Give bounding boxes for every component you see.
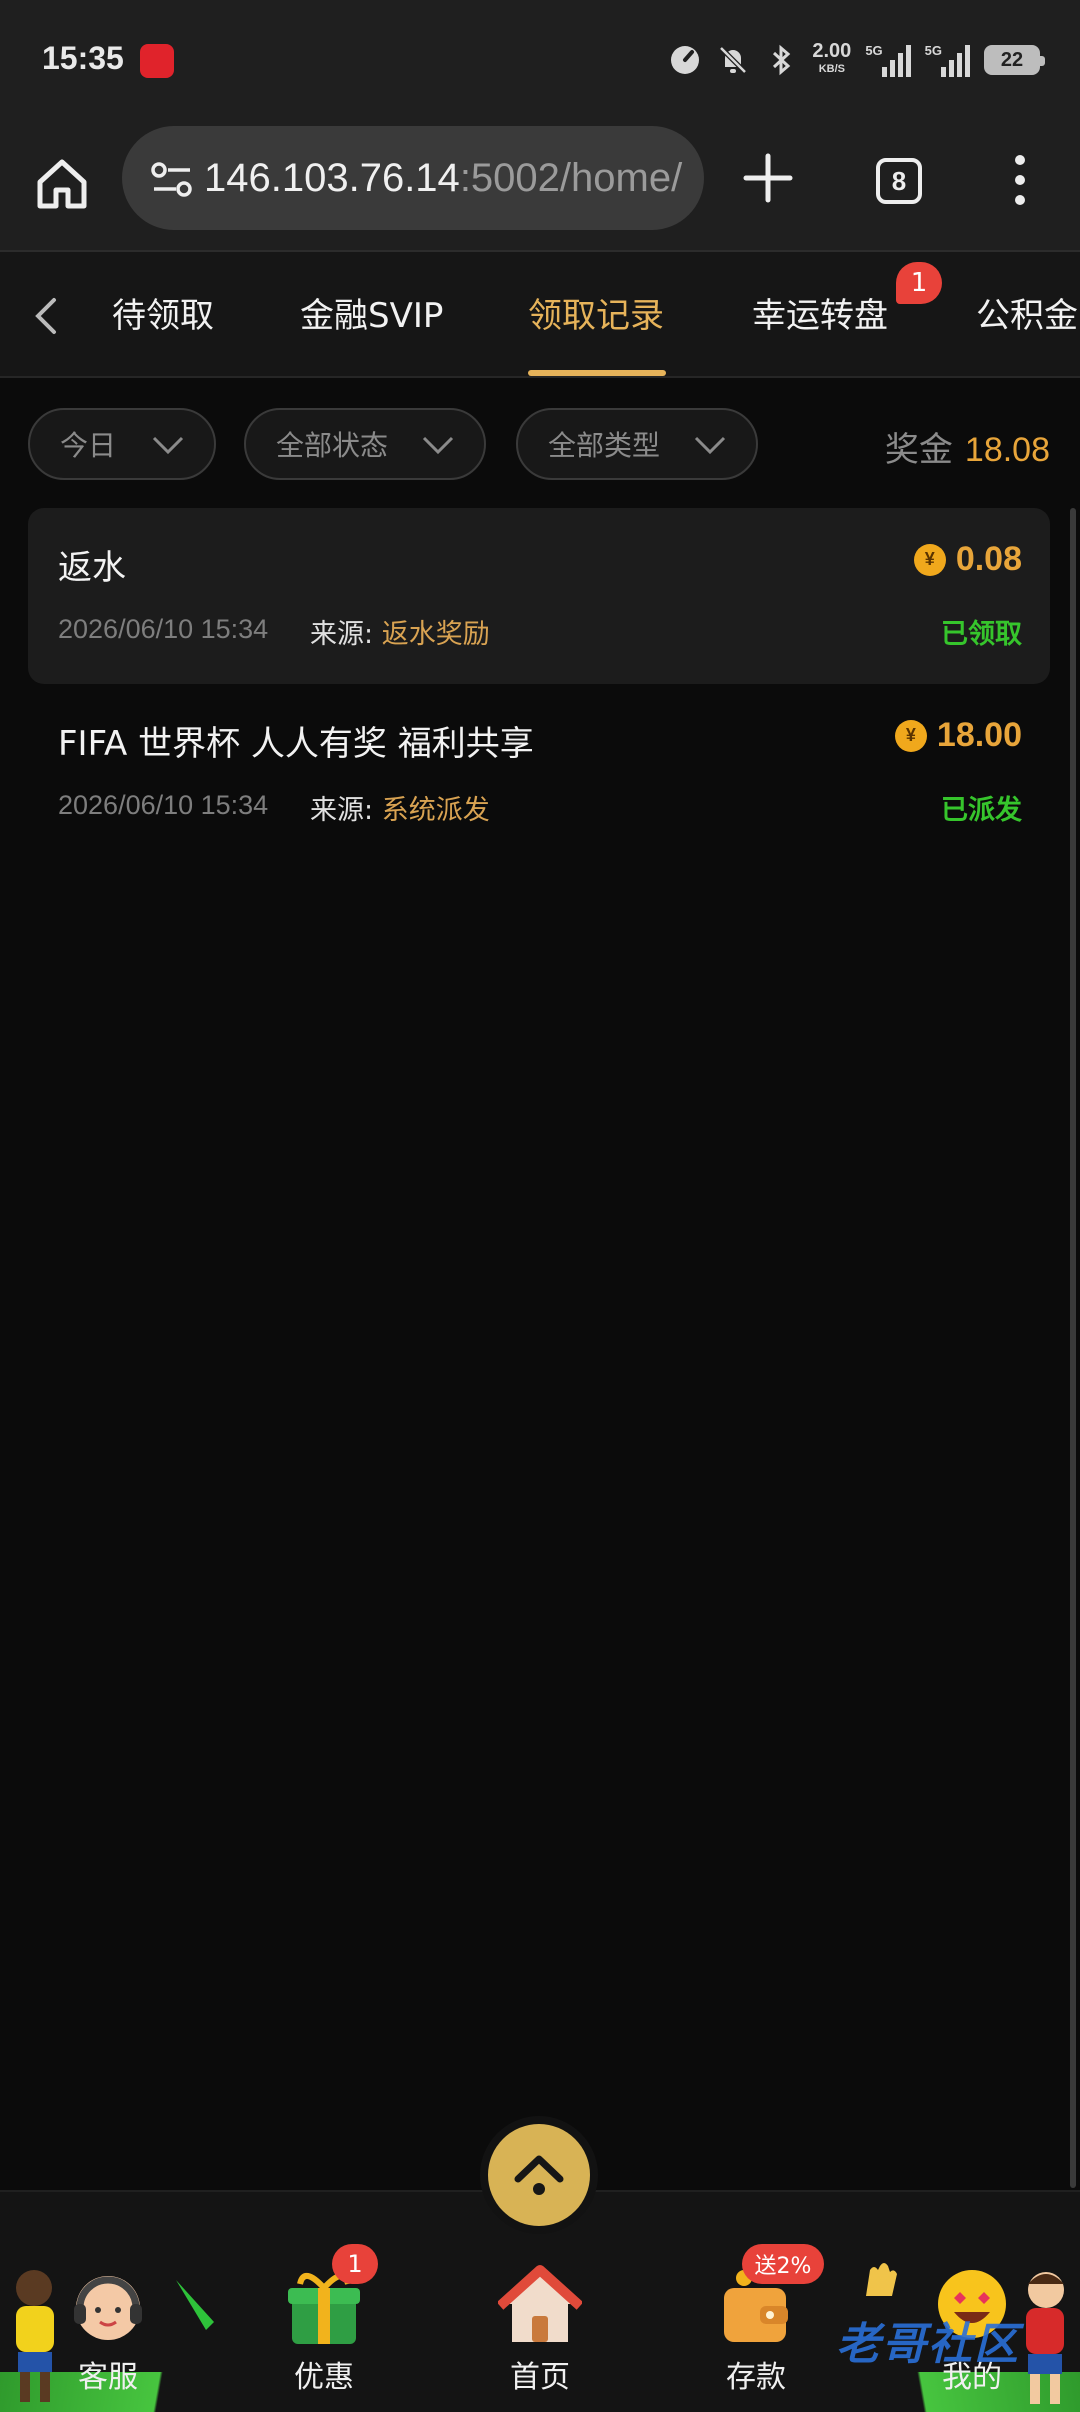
source-value: 系统派发 bbox=[381, 795, 490, 826]
chevron-left-icon[interactable] bbox=[28, 294, 64, 338]
nav-deposit[interactable]: 送2% 存款 bbox=[676, 2244, 836, 2404]
record-time: 2026/06/10 15:34 bbox=[58, 790, 269, 820]
network-type-2: 5G bbox=[924, 43, 942, 58]
vuvuzela-icon bbox=[176, 2280, 214, 2330]
signal-1-icon: 5G bbox=[865, 43, 911, 77]
record-amount-value: 0.08 bbox=[955, 540, 1022, 578]
plus-icon[interactable] bbox=[740, 150, 796, 206]
status-filter-label: 全部状态 bbox=[276, 429, 389, 462]
tab-badge: 1 bbox=[896, 262, 942, 304]
nav-home-label: 首页 bbox=[510, 2360, 570, 2395]
scrollbar[interactable] bbox=[1070, 508, 1076, 2188]
record-title: 返水 bbox=[58, 548, 126, 588]
nav-promotions[interactable]: 1 优惠 bbox=[244, 2244, 404, 2404]
record-source: 来源: 返水奖励 bbox=[310, 612, 490, 651]
chevron-down-icon bbox=[152, 436, 184, 455]
bluetooth-icon bbox=[773, 44, 791, 76]
url-text[interactable]: 146.103.76.14:5002/home/ bbox=[204, 156, 682, 201]
nav-support[interactable]: 客服 bbox=[28, 2264, 188, 2404]
status-icons: 2.00 KB/S 5G 5G 22 bbox=[668, 40, 1045, 80]
category-tabs: 待领取 金融SVIP 领取记录 幸运转盘 1 公积金 bbox=[0, 252, 1080, 378]
network-speed: 2.00 KB/S bbox=[812, 40, 852, 78]
address-bar[interactable]: 146.103.76.14:5002/home/ bbox=[122, 126, 704, 230]
record-status: 已派发 bbox=[941, 795, 1022, 826]
browser-toolbar: 146.103.76.14:5002/home/ 8 bbox=[0, 120, 1080, 252]
source-label: 来源: bbox=[310, 619, 374, 650]
app-notification-icon bbox=[140, 44, 174, 78]
record-amount: ¥18.00 bbox=[894, 716, 1022, 755]
url-host: 146.103.76.14 bbox=[204, 156, 460, 200]
url-path: :5002/home/ bbox=[459, 156, 683, 200]
speedometer-icon bbox=[671, 46, 700, 74]
tab-fund[interactable]: 公积金 bbox=[976, 288, 1078, 337]
nav-deposit-label: 存款 bbox=[726, 2360, 786, 2395]
wallet-icon: 送2% bbox=[714, 2244, 824, 2348]
watermark: 老哥社区 bbox=[836, 2319, 1020, 2370]
network-type-1: 5G bbox=[865, 43, 883, 58]
record-amount: ¥0.08 bbox=[913, 540, 1022, 579]
site-settings-icon[interactable] bbox=[150, 160, 194, 200]
type-filter[interactable]: 全部类型 bbox=[516, 408, 758, 480]
support-icon bbox=[66, 2264, 150, 2348]
nav-home[interactable]: 首页 bbox=[460, 2264, 620, 2404]
mute-bell-icon bbox=[719, 46, 748, 74]
source-label: 来源: bbox=[310, 795, 374, 826]
type-filter-label: 全部类型 bbox=[548, 429, 661, 462]
record-amount-value: 18.00 bbox=[936, 716, 1022, 754]
bonus-value: 18.08 bbox=[964, 431, 1050, 469]
bonus-total: 奖金 18.08 bbox=[885, 422, 1050, 471]
tab-pending[interactable]: 待领取 bbox=[112, 288, 214, 337]
record-title: FIFA 世界杯 人人有奖 福利共享 bbox=[58, 724, 534, 764]
source-value: 返水奖励 bbox=[381, 619, 490, 650]
date-filter[interactable]: 今日 bbox=[28, 408, 216, 480]
date-filter-label: 今日 bbox=[60, 429, 117, 462]
status-bar: 15:35 2.00 KB/S 5G 5G 22 bbox=[0, 0, 1080, 120]
bonus-label: 奖金 bbox=[884, 430, 953, 470]
home-icon[interactable] bbox=[32, 154, 92, 214]
status-time: 15:35 bbox=[42, 40, 124, 76]
record-source: 来源: 系统派发 bbox=[310, 788, 490, 827]
record-status: 已领取 bbox=[941, 619, 1022, 650]
battery-icon: 22 bbox=[984, 45, 1045, 75]
signal-2-icon: 5G bbox=[925, 43, 970, 77]
tab-switcher-button[interactable]: 8 bbox=[876, 158, 922, 204]
chevron-down-icon bbox=[422, 436, 454, 455]
coin-icon: ¥ bbox=[913, 543, 946, 576]
tab-lucky-wheel[interactable]: 幸运转盘 bbox=[752, 288, 888, 337]
speed-value: 2.00 bbox=[812, 40, 852, 62]
home-icon bbox=[496, 2264, 584, 2348]
scroll-to-top-button[interactable] bbox=[488, 2124, 590, 2226]
list-item[interactable]: 返水 ¥0.08 2026/06/10 15:34 来源: 返水奖励 已领取 bbox=[28, 508, 1050, 684]
list-item[interactable]: FIFA 世界杯 人人有奖 福利共享 ¥18.00 2026/06/10 15:… bbox=[28, 684, 1050, 860]
tab-svip[interactable]: 金融SVIP bbox=[300, 288, 443, 337]
tab-records[interactable]: 领取记录 bbox=[528, 288, 664, 337]
record-time: 2026/06/10 15:34 bbox=[58, 614, 269, 644]
deposit-badge: 送2% bbox=[742, 2244, 824, 2284]
double-chevron-up-icon bbox=[514, 2155, 564, 2195]
status-filter[interactable]: 全部状态 bbox=[244, 408, 486, 480]
speed-unit: KB/S bbox=[818, 63, 845, 75]
footballer-mascot-icon bbox=[1026, 2272, 1064, 2404]
gift-icon: 1 bbox=[282, 2244, 378, 2348]
chevron-down-icon bbox=[694, 436, 726, 455]
promo-badge: 1 bbox=[332, 2244, 378, 2284]
battery-level: 22 bbox=[1000, 48, 1024, 71]
more-vert-icon[interactable] bbox=[1000, 150, 1040, 210]
active-tab-indicator bbox=[528, 370, 666, 376]
filter-bar: 今日 全部状态 全部类型 奖金 18.08 bbox=[0, 378, 1080, 508]
coin-icon: ¥ bbox=[894, 719, 927, 752]
nav-promotions-label: 优惠 bbox=[294, 2360, 354, 2395]
nav-support-label: 客服 bbox=[78, 2360, 138, 2395]
